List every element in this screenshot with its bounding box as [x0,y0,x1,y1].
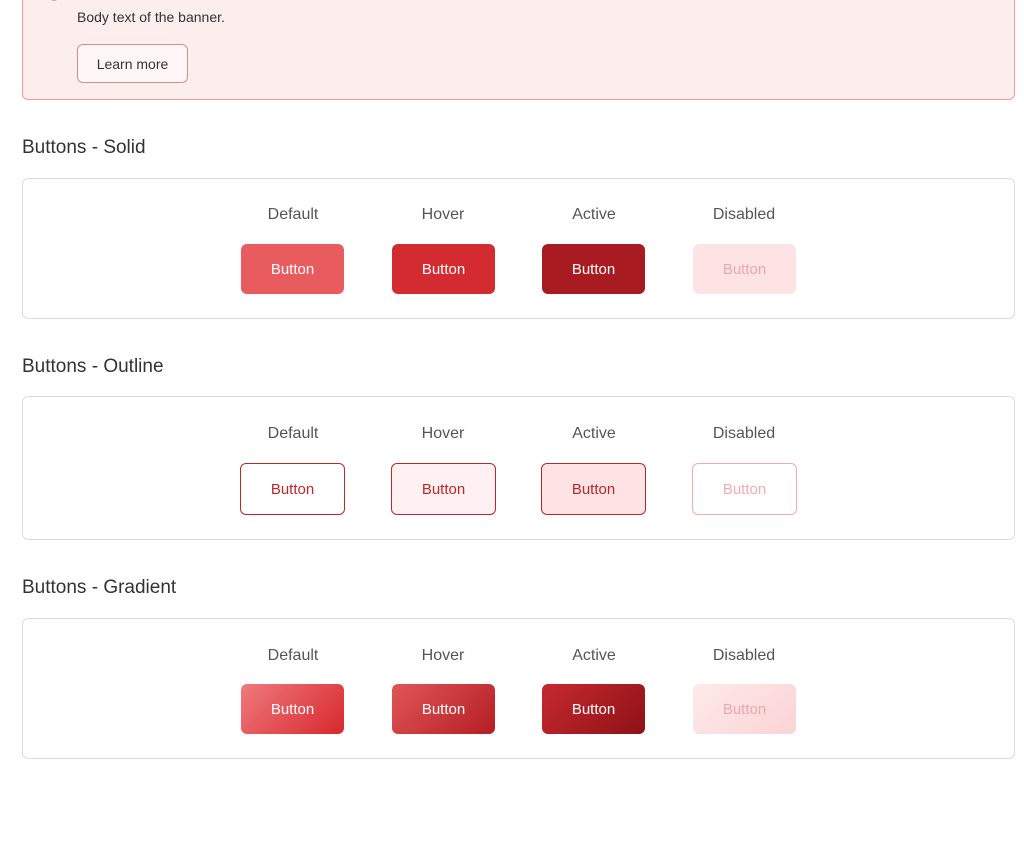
gradient-default-button[interactable]: Button [241,684,344,734]
state-label-active: Active [572,647,616,664]
state-label-active: Active [572,206,616,223]
solid-disabled-button: Button [693,244,796,294]
state-label-hover: Hover [421,206,465,223]
outline-active-button[interactable]: Button [541,463,646,515]
state-label-default: Default [267,647,319,664]
gradient-hover-button[interactable]: Button [392,684,495,734]
outline-default-button[interactable]: Button [240,463,345,515]
state-label-default: Default [267,206,319,223]
panel-solid: Default Hover Active Disabled Button But… [22,178,1015,319]
state-label-active: Active [572,425,616,442]
solid-active-button[interactable]: Button [542,244,645,294]
panel-gradient: Default Hover Active Disabled Button But… [22,618,1015,759]
section-title-gradient: Buttons - Gradient [22,577,177,598]
section-title-outline: Buttons - Outline [22,356,164,377]
learn-more-button[interactable]: Learn more [77,44,188,83]
info-banner: Body text of the banner. Learn more [22,0,1015,100]
state-label-disabled: Disabled [712,206,776,223]
gradient-active-button[interactable]: Button [542,684,645,734]
solid-default-button[interactable]: Button [241,244,344,294]
outline-disabled-button: Button [692,463,797,515]
section-title-solid: Buttons - Solid [22,137,146,158]
panel-outline: Default Hover Active Disabled Button But… [22,396,1015,540]
state-label-hover: Hover [421,425,465,442]
state-label-disabled: Disabled [712,647,776,664]
outline-hover-button[interactable]: Button [391,463,496,515]
state-label-disabled: Disabled [712,425,776,442]
banner-status-icon [49,0,59,1]
state-label-default: Default [267,425,319,442]
gradient-disabled-button: Button [693,684,796,734]
solid-hover-button[interactable]: Button [392,244,495,294]
banner-body-text: Body text of the banner. [77,9,225,25]
state-label-hover: Hover [421,647,465,664]
